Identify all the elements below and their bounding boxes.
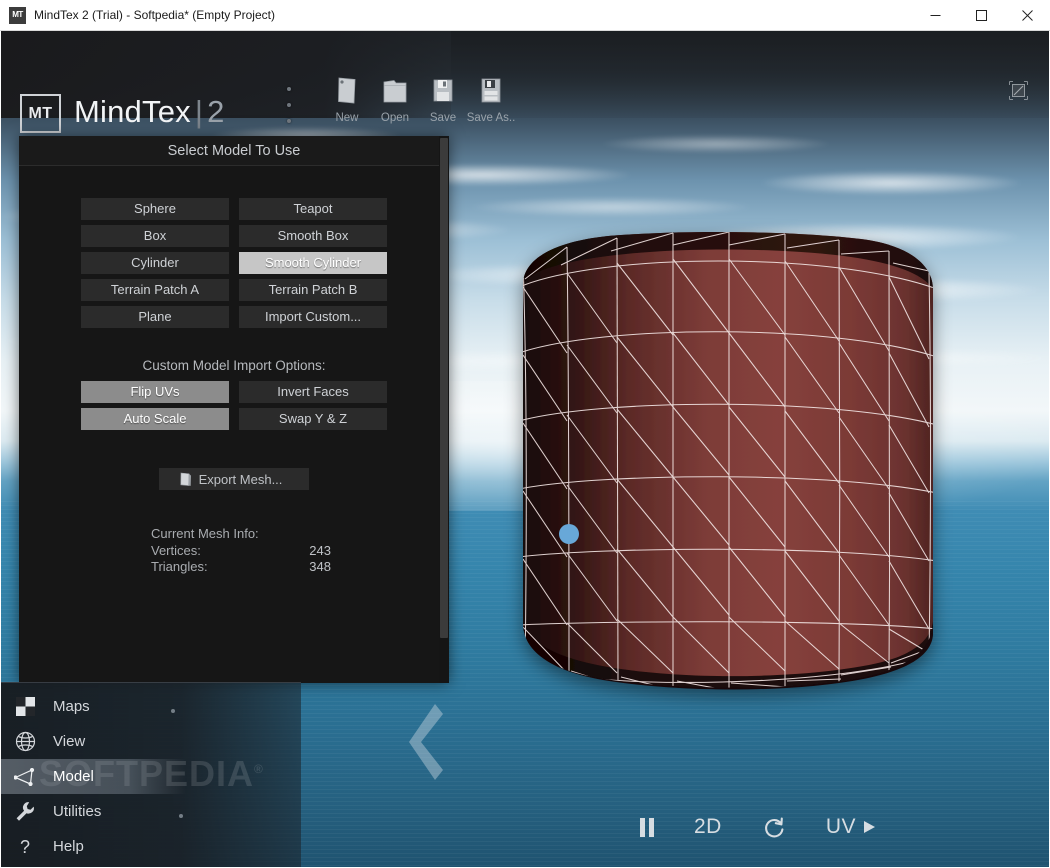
logo-version: 2 (207, 94, 225, 129)
sidebar-item-maps-label: Maps (53, 698, 90, 715)
svg-text:?: ? (20, 837, 30, 857)
2d-view-label: 2D (693, 815, 722, 838)
sidebar-item-utilities-label: Utilities (53, 803, 102, 820)
panel-scrollbar[interactable] (439, 136, 449, 683)
import-toggle-auto-scale[interactable]: Auto Scale (81, 408, 229, 430)
uv-play-label: UV (825, 815, 856, 838)
export-row: Export Mesh... (19, 468, 449, 490)
minimize-icon (930, 15, 940, 16)
sidebar-item-help-label: Help (53, 838, 84, 855)
main-content: MT MindTex | 2 New Open Save Save As.. S… (1, 31, 1049, 867)
play-arrow-icon (864, 821, 875, 833)
new-button-label: New (335, 112, 359, 124)
minimize-button[interactable] (912, 0, 958, 31)
chevron-left-icon (409, 704, 443, 780)
sidebar-item-maps[interactable]: Maps (1, 689, 301, 724)
question-mark-icon: ? (13, 837, 37, 857)
sidebar-item-help[interactable]: ? Help (1, 829, 301, 864)
main-navigation-panel: SOFTPEDIA® Maps (1, 682, 301, 867)
logo-divider: | (194, 94, 204, 129)
panel-body: Sphere Teapot Box Smooth Box Cylinder Sm… (19, 166, 449, 682)
export-mesh-button-label: Export Mesh... (198, 471, 283, 487)
panel-title: Select Model To Use (19, 136, 449, 166)
open-button-label: Open (380, 112, 410, 124)
window-title: MindTex 2 (Trial) - Softpedia* (Empty Pr… (34, 8, 275, 22)
open-folder-icon (383, 80, 407, 103)
sidebar-item-view[interactable]: View (1, 724, 301, 759)
floppy-disk-plus-icon (481, 78, 501, 103)
wrench-icon (13, 801, 37, 822)
mesh-info-triangles-label: Triangles: (151, 559, 208, 574)
export-file-icon (180, 472, 191, 486)
open-button[interactable]: Open (371, 76, 419, 124)
app-icon: MT (9, 6, 26, 24)
window-titlebar: MT MindTex 2 (Trial) - Softpedia* (Empty… (0, 0, 1050, 31)
model-button-teapot[interactable]: Teapot (239, 198, 387, 220)
pause-icon (639, 817, 654, 837)
sidebar-item-view-label: View (53, 733, 86, 750)
model-button-cylinder[interactable]: Cylinder (81, 252, 229, 274)
model-button-smooth-cylinder[interactable]: Smooth Cylinder (239, 252, 387, 274)
model-button-terrain-patch-b[interactable]: Terrain Patch B (239, 279, 387, 301)
mesh-info-vertices-value: 243 (309, 542, 331, 558)
panel-scrollbar-thumb[interactable] (440, 138, 448, 638)
mesh-info-triangles-row: Triangles: 348 (151, 559, 331, 576)
mesh-info-block: Current Mesh Info: Vertices: 243 Triangl… (19, 526, 449, 576)
navigation-list: Maps View Model Utilities ? Help (1, 689, 301, 864)
window-controls (912, 0, 1050, 31)
save-as-button-label: Save As.. (466, 112, 516, 124)
model-button-smooth-box[interactable]: Smooth Box (239, 225, 387, 247)
close-button[interactable] (1004, 0, 1050, 31)
reset-rotation-icon (764, 817, 784, 838)
save-button[interactable]: Save (419, 76, 467, 124)
new-button[interactable]: New (323, 76, 371, 124)
viewport-toolbar: 2D UV (639, 815, 877, 839)
logo-name: MindTex (74, 94, 191, 129)
mesh-info-triangles-value: 348 (309, 559, 331, 574)
sidebar-item-model[interactable]: Model (1, 759, 186, 794)
app-logo-text: MindTex | 2 (74, 94, 225, 130)
import-options-grid: Flip UVs Invert Faces Auto Scale Swap Y … (19, 381, 449, 430)
maximize-button[interactable] (958, 0, 1004, 31)
import-toggle-flip-uvs[interactable]: Flip UVs (81, 381, 229, 403)
mesh-info-vertices-row: Vertices: 243 (151, 543, 331, 560)
pause-button[interactable] (639, 817, 654, 837)
logo-badge: MT (20, 94, 61, 133)
close-icon (1021, 10, 1033, 21)
toolbar-separator-dots (287, 87, 291, 123)
sidebar-item-utilities[interactable]: Utilities (1, 794, 301, 829)
import-options-label: Custom Model Import Options: (142, 358, 326, 373)
mesh-info-vertices-label: Vertices: (151, 542, 201, 558)
mesh-info-heading: Current Mesh Info: (151, 526, 259, 541)
save-as-button[interactable]: Save As.. (467, 76, 515, 124)
collapse-panel-button[interactable] (399, 700, 447, 789)
import-toggle-invert-faces[interactable]: Invert Faces (239, 381, 387, 403)
export-mesh-button[interactable]: Export Mesh... (159, 468, 309, 490)
reset-rotation-button[interactable] (762, 815, 786, 839)
maps-checker-icon (13, 697, 37, 716)
model-button-grid: Sphere Teapot Box Smooth Box Cylinder Sm… (19, 198, 449, 328)
globe-icon (13, 731, 37, 752)
mindtex-application-window: MT MindTex 2 (Trial) - Softpedia* (Empty… (0, 0, 1050, 868)
floppy-disk-icon (433, 79, 453, 102)
model-button-plane[interactable]: Plane (81, 306, 229, 328)
file-toolbar: New Open Save Save As.. (323, 76, 515, 124)
model-button-terrain-patch-a[interactable]: Terrain Patch A (81, 279, 229, 301)
fullscreen-icon (1009, 81, 1028, 100)
sidebar-item-model-label: Model (53, 768, 94, 785)
model-button-sphere[interactable]: Sphere (81, 198, 229, 220)
2d-view-button[interactable]: 2D (694, 815, 722, 839)
uv-play-button[interactable]: UV (826, 815, 877, 839)
fullscreen-button[interactable] (1009, 81, 1028, 100)
new-document-icon (338, 77, 356, 104)
model-properties-panel: Select Model To Use Sphere Teapot Box Sm… (19, 136, 449, 683)
model-button-import-custom[interactable]: Import Custom... (239, 306, 387, 328)
save-button-label: Save (429, 112, 457, 124)
mesh-triangle-icon (13, 767, 37, 786)
model-button-box[interactable]: Box (81, 225, 229, 247)
maximize-icon (975, 10, 987, 21)
import-toggle-swap-y-z[interactable]: Swap Y & Z (239, 408, 387, 430)
